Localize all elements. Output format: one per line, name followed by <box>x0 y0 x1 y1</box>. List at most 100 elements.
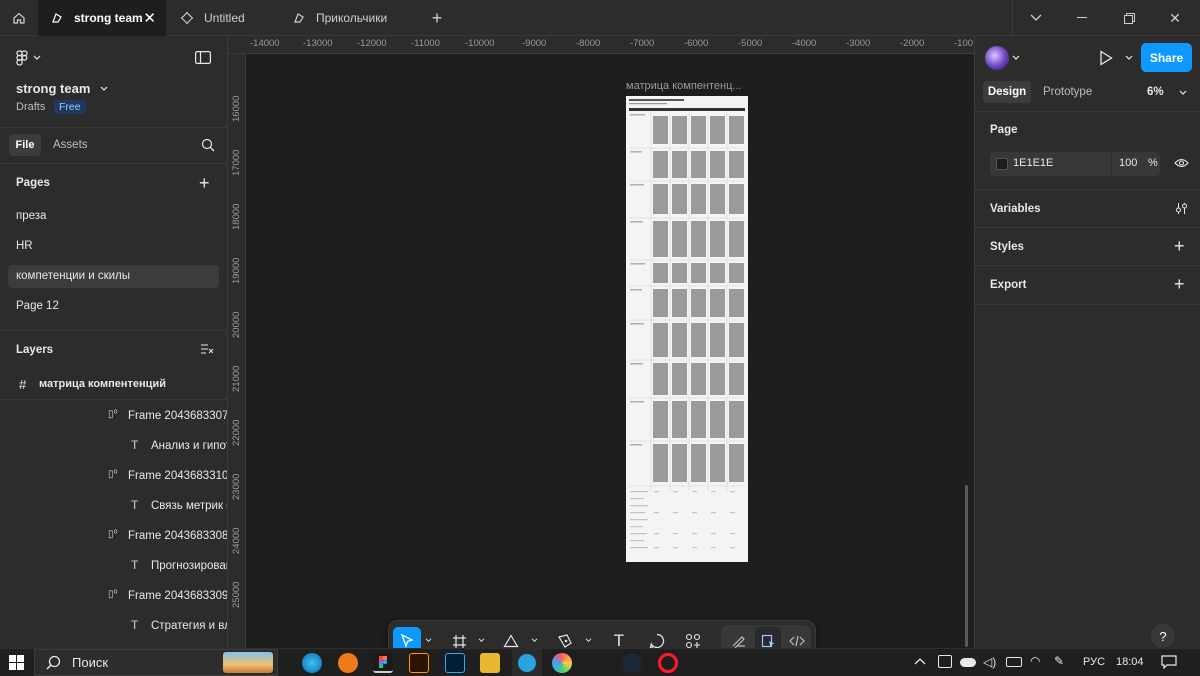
wifi-icon[interactable]: ◠ <box>1030 654 1040 668</box>
add-page-button[interactable]: + <box>199 173 210 194</box>
tab-file[interactable]: File <box>9 134 41 156</box>
tab-assets[interactable]: Assets <box>53 139 88 151</box>
figma-taskbar-icon[interactable] <box>373 653 393 673</box>
layer-item[interactable]: Frame 2043683310 <box>128 470 227 482</box>
frame-tool-icon <box>452 634 466 648</box>
browser-icon[interactable] <box>338 653 358 673</box>
home-button[interactable] <box>0 0 38 36</box>
layer-root[interactable]: матрица компентенций <box>39 378 166 390</box>
figma-logo-icon <box>16 50 28 66</box>
volume-icon[interactable]: ◁) <box>983 655 996 669</box>
chevron-down-icon[interactable] <box>425 638 432 643</box>
photoshop-icon[interactable] <box>445 653 465 673</box>
windows-taskbar: Поиск ◁) ◠ ✎ РУС 18:04 <box>0 648 1200 676</box>
pages-heading: Pages <box>16 177 50 189</box>
plus-icon: + <box>1174 274 1185 294</box>
clock[interactable]: 18:04 <box>1116 656 1144 668</box>
notifications-icon[interactable] <box>1161 655 1177 669</box>
tab-strong-team[interactable]: strong team ✕ <box>38 0 166 36</box>
start-button[interactable] <box>9 655 24 673</box>
layer-item[interactable]: Анализ и гипот <box>151 440 227 452</box>
code-icon <box>789 635 805 647</box>
draw-icon <box>732 636 745 648</box>
present-button[interactable] <box>1099 50 1113 69</box>
tab-untitled[interactable]: Untitled <box>166 0 276 36</box>
collapse-layers-icon[interactable] <box>201 344 214 356</box>
new-tab-button[interactable]: + <box>424 0 450 36</box>
restore-icon <box>1123 12 1135 24</box>
auto-layout-icon: ▯⁰ <box>108 589 118 600</box>
chevron-down-icon[interactable] <box>1179 90 1187 96</box>
frame-label[interactable]: матрица компентенц... <box>626 80 742 92</box>
auto-layout-icon: ▯⁰ <box>108 529 118 540</box>
chevron-down-icon[interactable] <box>478 638 485 643</box>
tab-prototype[interactable]: Prototype <box>1043 86 1092 98</box>
language-indicator[interactable]: РУС <box>1083 656 1105 668</box>
matrix-frame[interactable] <box>626 96 748 562</box>
battery-icon[interactable] <box>1006 657 1022 667</box>
vertical-scrollbar[interactable] <box>965 485 968 647</box>
avatar[interactable] <box>985 46 1009 70</box>
close-window-button[interactable]: ✕ <box>1152 0 1198 36</box>
layer-item[interactable]: Прогнозирован <box>151 560 227 572</box>
canvas[interactable]: матрица компентенц... <box>246 55 974 648</box>
help-button[interactable]: ? <box>1151 624 1175 648</box>
variables-icon[interactable] <box>1175 202 1188 215</box>
search-icon <box>46 655 61 670</box>
color-swatch[interactable] <box>996 158 1008 170</box>
text-layer-icon: T <box>131 558 139 572</box>
steam-icon[interactable] <box>622 653 642 673</box>
telegram-taskbar-slot[interactable] <box>512 649 542 676</box>
page-item-page12[interactable]: Page 12 <box>16 300 59 312</box>
opera-icon[interactable] <box>658 653 678 673</box>
layer-item[interactable]: Связь метрик с <box>151 500 227 512</box>
page-item-hr[interactable]: HR <box>16 240 33 252</box>
add-style-button[interactable]: + <box>1174 236 1185 257</box>
toggle-sidebar-button[interactable] <box>195 51 212 67</box>
tabs-dropdown-button[interactable] <box>1013 0 1059 36</box>
percent-label: % <box>1148 157 1158 169</box>
tab-prikolchiki[interactable]: Прикольчики <box>276 0 418 36</box>
plus-icon: + <box>199 173 210 193</box>
chevron-down-icon[interactable] <box>1012 55 1020 61</box>
page-color-value[interactable]: 1E1E1E <box>1013 157 1053 169</box>
chevron-down-icon[interactable] <box>531 638 538 643</box>
main-menu-button[interactable] <box>16 50 41 66</box>
layer-item[interactable]: Frame 2043683308 <box>128 530 227 542</box>
chevron-up-icon[interactable] <box>914 657 926 665</box>
variables-section-title[interactable]: Variables <box>990 203 1041 215</box>
add-export-button[interactable]: + <box>1174 274 1185 295</box>
taskbar-search[interactable]: Поиск <box>34 649 278 676</box>
team-name[interactable]: strong team <box>16 81 90 96</box>
chevron-down-icon[interactable] <box>585 638 592 643</box>
close-tab-icon[interactable]: ✕ <box>143 9 156 27</box>
edge-icon[interactable] <box>302 653 322 673</box>
auto-layout-icon: ▯⁰ <box>108 409 118 420</box>
minimize-button[interactable] <box>1059 0 1105 36</box>
file-explorer-icon[interactable] <box>480 653 500 673</box>
tab-design[interactable]: Design <box>983 81 1031 103</box>
page-item-kompetencii[interactable]: компетенции и скилы <box>16 270 130 282</box>
plan-badge: Free <box>54 100 86 114</box>
color-app-icon[interactable] <box>552 653 572 673</box>
pen-tray-icon[interactable]: ✎ <box>1054 654 1064 668</box>
search-icon[interactable] <box>201 138 215 152</box>
layer-item[interactable]: Стратегия и вл <box>151 620 227 632</box>
eye-icon[interactable] <box>1174 158 1189 168</box>
layer-item[interactable]: Frame 2043683309 <box>128 590 227 602</box>
chevron-down-icon[interactable] <box>100 86 108 92</box>
restore-button[interactable] <box>1106 0 1152 36</box>
chevron-down-icon <box>1030 14 1042 21</box>
close-icon: ✕ <box>1169 9 1181 26</box>
page-opacity-value[interactable]: 100 <box>1119 157 1137 169</box>
tray-app-icon[interactable] <box>938 655 952 668</box>
share-button[interactable]: Share <box>1141 43 1192 72</box>
illustrator-icon[interactable] <box>409 653 429 673</box>
zoom-level[interactable]: 6% <box>1147 86 1164 98</box>
chevron-down-icon[interactable] <box>1125 55 1133 61</box>
page-item-preza[interactable]: преза <box>16 210 46 222</box>
tab-bar: strong team ✕ Untitled Прикольчики + ✕ <box>0 0 1200 36</box>
onedrive-icon[interactable] <box>960 658 976 667</box>
pen-icon <box>558 634 572 648</box>
layer-item[interactable]: Frame 2043683307 <box>128 410 227 422</box>
